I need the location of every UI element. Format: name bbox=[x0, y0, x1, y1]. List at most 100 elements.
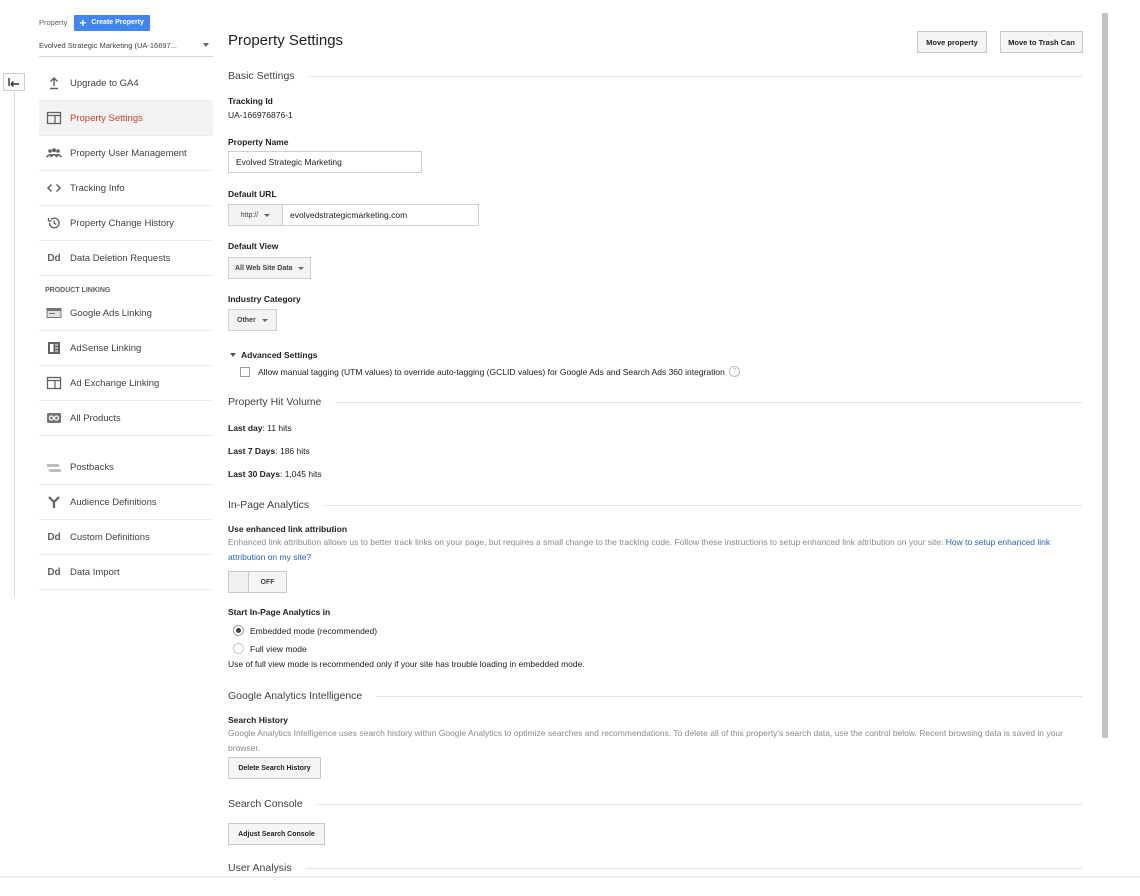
hits-last-30-days: Last 30 Days: 1,045 hits bbox=[228, 469, 322, 479]
collapse-sidebar-button[interactable] bbox=[3, 73, 25, 91]
users-icon bbox=[46, 146, 62, 160]
url-protocol-value: http:// bbox=[240, 211, 259, 219]
sidebar-item-adsense-linking[interactable]: AdSense Linking bbox=[39, 331, 213, 366]
sidebar-item-label: Tracking Info bbox=[70, 182, 125, 194]
url-protocol-select[interactable]: http:// bbox=[228, 204, 283, 226]
code-icon bbox=[46, 181, 62, 195]
default-url-label: Default URL bbox=[228, 189, 277, 199]
vertical-scrollbar[interactable] bbox=[1102, 13, 1108, 738]
enhanced-link-desc-text: Enhanced link attribution allows us to b… bbox=[228, 537, 946, 547]
sidebar-item-data-deletion-requests[interactable]: Dd Data Deletion Requests bbox=[39, 241, 213, 276]
create-property-button[interactable]: + Create Property bbox=[74, 14, 150, 31]
basic-settings-section: Basic Settings bbox=[228, 70, 1082, 82]
sidebar-item-data-import[interactable]: Dd Data Import bbox=[39, 555, 213, 590]
property-name-input[interactable]: Evolved Strategic Marketing bbox=[228, 151, 422, 173]
full-view-mode-option[interactable]: Full view mode bbox=[233, 643, 307, 654]
default-view-value: All Web Site Data bbox=[235, 264, 293, 272]
sidebar-item-label: Property User Management bbox=[70, 147, 187, 159]
sidebar-item-label: Google Ads Linking bbox=[70, 307, 152, 319]
adjust-search-console-button[interactable]: Adjust Search Console bbox=[228, 823, 325, 845]
intelligence-section: Google Analytics Intelligence bbox=[228, 690, 1082, 702]
sidebar-item-label: Data Deletion Requests bbox=[70, 252, 171, 264]
product-linking-heading: PRODUCT LINKING bbox=[45, 287, 111, 294]
chevron-down-icon bbox=[203, 43, 209, 47]
sidebar-item-postbacks[interactable]: Postbacks bbox=[39, 450, 213, 485]
full-view-mode-label: Full view mode bbox=[250, 643, 307, 654]
property-row: Property + Create Property bbox=[39, 14, 213, 31]
move-property-button[interactable]: Move property bbox=[917, 31, 987, 53]
search-console-section: Search Console bbox=[228, 798, 1082, 810]
ad-exchange-icon bbox=[46, 376, 62, 390]
adsense-icon bbox=[46, 341, 62, 355]
property-name-value: Evolved Strategic Marketing bbox=[236, 157, 342, 167]
advanced-settings-toggle[interactable]: Advanced Settings bbox=[230, 350, 318, 360]
sidebar-item-label: All Products bbox=[70, 412, 121, 424]
hits-last-day-label: Last day bbox=[228, 423, 263, 433]
sidebar-item-all-products[interactable]: All Products bbox=[39, 401, 213, 436]
default-url-input[interactable]: evolvedstrategicmarketing.com bbox=[283, 204, 479, 226]
sidebar-item-audience-definitions[interactable]: Audience Definitions bbox=[39, 485, 213, 520]
sidebar-item-ad-exchange-linking[interactable]: Ad Exchange Linking bbox=[39, 366, 213, 401]
sidebar-item-property-user-management[interactable]: Property User Management bbox=[39, 136, 213, 171]
bottom-edge bbox=[0, 876, 1140, 878]
property-selector[interactable]: Evolved Strategic Marketing (UA-16697... bbox=[39, 34, 213, 57]
sidebar-item-label: Property Change History bbox=[70, 217, 175, 229]
divider bbox=[316, 803, 1082, 805]
sidebar-item-label: Upgrade to GA4 bbox=[70, 77, 139, 89]
sidebar-nav: Upgrade to GA4 Property Settings Propert… bbox=[39, 66, 213, 590]
window-icon bbox=[46, 111, 62, 125]
dd-icon: Dd bbox=[47, 252, 61, 264]
audience-icon bbox=[46, 495, 62, 509]
default-view-label: Default View bbox=[228, 241, 279, 251]
upload-icon bbox=[46, 76, 62, 90]
divider bbox=[376, 695, 1082, 697]
move-to-trash-button[interactable]: Move to Trash Can bbox=[1000, 31, 1083, 53]
toggle-knob bbox=[229, 572, 249, 592]
manual-tagging-checkbox[interactable] bbox=[240, 366, 250, 377]
page-title: Property Settings bbox=[228, 32, 344, 49]
delete-search-history-button[interactable]: Delete Search History bbox=[228, 757, 321, 779]
chevron-down-icon bbox=[264, 213, 271, 217]
embedded-mode-radio[interactable] bbox=[233, 625, 244, 636]
search-history-description: Google Analytics Intelligence uses searc… bbox=[228, 728, 1063, 753]
divider bbox=[335, 401, 1082, 403]
start-in-page-label: Start In-Page Analytics in bbox=[228, 607, 331, 617]
property-selector-value: Evolved Strategic Marketing (UA-16697... bbox=[39, 40, 177, 50]
property-label: Property bbox=[39, 18, 68, 27]
help-icon[interactable]: ? bbox=[728, 366, 740, 377]
all-products-icon bbox=[46, 411, 62, 425]
hits-last-day-value: : 11 hits bbox=[262, 423, 292, 433]
dd-icon: Dd bbox=[47, 531, 61, 543]
sidebar: Property + Create Property Evolved Strat… bbox=[39, 14, 213, 590]
chevron-down-icon bbox=[261, 318, 268, 322]
embedded-mode-option[interactable]: Embedded mode (recommended) bbox=[233, 625, 377, 636]
sidebar-item-label: Custom Definitions bbox=[70, 531, 150, 543]
hits-last-day: Last day: 11 hits bbox=[228, 423, 292, 433]
hits-last-7-days: Last 7 Days: 186 hits bbox=[228, 446, 310, 456]
sidebar-item-tracking-info[interactable]: Tracking Info bbox=[39, 171, 213, 206]
sidebar-item-google-ads-linking[interactable]: Google Ads Linking bbox=[39, 296, 213, 331]
sidebar-item-label: AdSense Linking bbox=[70, 342, 142, 354]
divider bbox=[305, 867, 1082, 869]
in-page-analytics-section: In-Page Analytics bbox=[228, 499, 1082, 511]
full-view-mode-radio[interactable] bbox=[233, 643, 244, 654]
enhanced-link-description: Enhanced link attribution allows us to b… bbox=[228, 535, 1084, 565]
sidebar-item-property-settings[interactable]: Property Settings bbox=[39, 101, 213, 136]
industry-category-select[interactable]: Other bbox=[228, 309, 277, 331]
sidebar-item-label: Audience Definitions bbox=[70, 496, 157, 508]
google-ads-icon bbox=[46, 306, 62, 320]
tracking-id-value: UA-166976876-1 bbox=[228, 110, 293, 120]
hits-last-7-label: Last 7 Days bbox=[228, 446, 276, 456]
hits-last-30-label: Last 30 Days bbox=[228, 469, 280, 479]
dd-icon: Dd bbox=[47, 566, 61, 578]
sidebar-item-custom-definitions[interactable]: Dd Custom Definitions bbox=[39, 520, 213, 555]
default-view-select[interactable]: All Web Site Data bbox=[228, 257, 312, 279]
sidebar-item-property-change-history[interactable]: Property Change History bbox=[39, 206, 213, 241]
full-view-note: Use of full view mode is recommended onl… bbox=[228, 659, 585, 669]
sidebar-item-upgrade-ga4[interactable]: Upgrade to GA4 bbox=[39, 66, 213, 101]
sidebar-item-label: Property Settings bbox=[70, 112, 143, 124]
rail-line bbox=[14, 92, 15, 597]
toggle-state: OFF bbox=[249, 572, 286, 592]
enhanced-link-toggle[interactable]: OFF bbox=[228, 571, 287, 593]
